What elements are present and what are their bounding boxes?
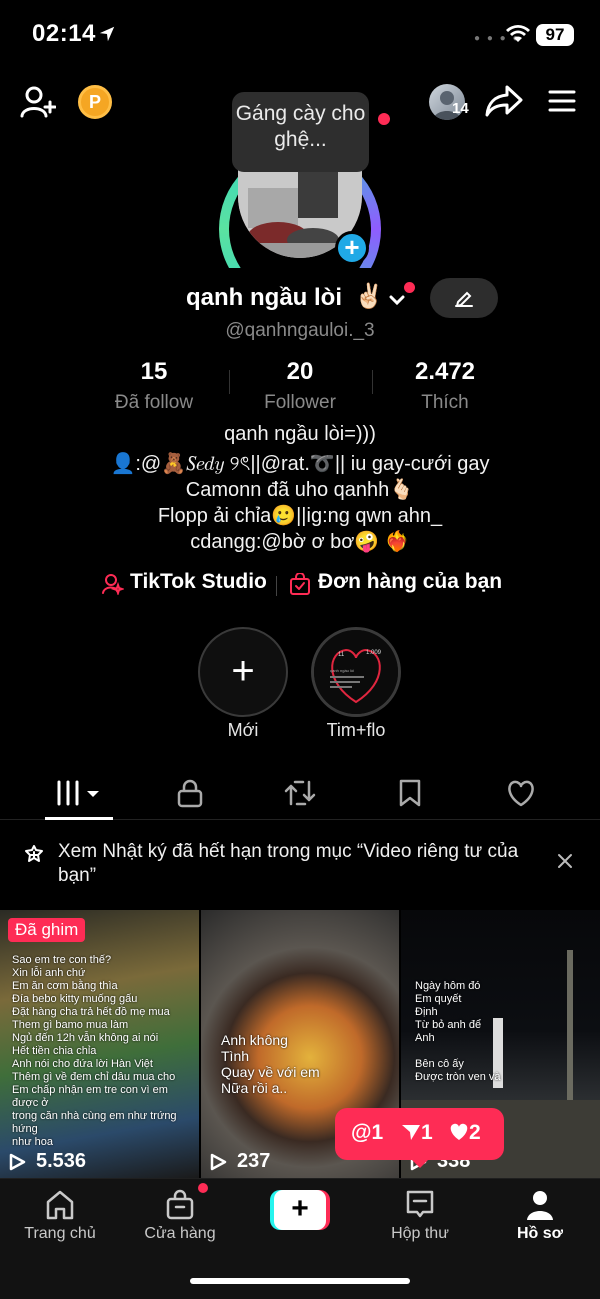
display-name[interactable]: qanh ngầu lòi [186, 284, 342, 312]
like-count: 2 [449, 1121, 481, 1145]
location-arrow-icon [99, 26, 115, 42]
view-count: 5.536 [8, 1150, 86, 1173]
mention-count: @1 [351, 1121, 384, 1144]
expired-notes-notice[interactable]: Xem Nhật ký đã hết hạn trong mục “Video … [0, 830, 600, 898]
video-caption: Ngày hôm đó Em quyết Định Từ bỏ anh để A… [415, 980, 501, 1083]
profile-tabs [0, 766, 600, 820]
mention-count-value: 1 [371, 1121, 384, 1144]
create-video-button[interactable]: + [270, 1190, 330, 1230]
highlight-tim-flo[interactable]: 11 1.009 qanh ngầu lòi [311, 627, 401, 717]
video-thumbnail[interactable]: Đã ghim Sao em tre con thế? Xin lỗi anh … [0, 910, 199, 1178]
stat-likes[interactable]: 2.472 Thích [365, 358, 525, 414]
highlight-thumb-num: 11 [338, 652, 345, 658]
nav-inbox[interactable]: Hộp thư [360, 1179, 480, 1259]
nav-shop-label: Cửa hàng [144, 1225, 216, 1242]
wifi-icon [506, 25, 530, 42]
lock-tab-icon[interactable] [173, 778, 207, 808]
stat-value: 20 [286, 358, 314, 385]
highlight-label: Tim+flo [326, 720, 386, 740]
nav-home-label: Trang chủ [24, 1225, 96, 1242]
video-grid: Đã ghim Sao em tre con thế? Xin lỗi anh … [0, 910, 600, 1178]
link-divider [276, 576, 277, 596]
view-count: 237 [209, 1150, 270, 1173]
like-count-value: 2 [469, 1121, 481, 1144]
repost-tab-icon[interactable] [283, 778, 317, 808]
share-icon[interactable] [485, 84, 523, 118]
nav-shop[interactable]: Cửa hàng [120, 1179, 240, 1259]
plus-icon: + [231, 649, 255, 693]
new-highlight-button[interactable]: + [198, 627, 288, 717]
tiktok-studio-link[interactable]: TikTok Studio [130, 570, 267, 594]
close-icon[interactable] [556, 852, 574, 870]
stat-following[interactable]: 15 Đã follow [74, 358, 234, 414]
active-tab-indicator [45, 817, 113, 820]
video-caption: Anh không Tình Quay về với em Nữa rồi a.… [221, 1032, 320, 1096]
nav-home[interactable]: Trang chủ [0, 1179, 120, 1259]
profile-links: TikTok Studio Đơn hàng của bạn [0, 570, 600, 600]
heart-icon [450, 1123, 468, 1140]
stat-label: Đã follow [114, 392, 194, 413]
orders-link[interactable]: Đơn hàng của bạn [318, 570, 502, 594]
coin-icon[interactable]: P [78, 85, 112, 119]
add-story-button[interactable]: + [335, 231, 369, 265]
videos-grid-tab-icon[interactable] [55, 778, 101, 808]
username-handle: @qanhngauloi._3 [225, 320, 375, 341]
share-count: 1 [401, 1121, 433, 1145]
nav-profile[interactable]: Hồ sơ [480, 1179, 600, 1259]
activity-bubble[interactable]: @1 1 2 [335, 1108, 504, 1160]
chevron-down-icon[interactable] [389, 294, 405, 306]
note-bubble[interactable]: Gáng cày cho ghệ... [232, 92, 369, 172]
highlight-thumb-num: 1.009 [366, 650, 382, 656]
bio-line[interactable]: cdangg:@bờ ơ bơ🤪 ❤️‍🔥 [0, 529, 600, 554]
stat-value: 2.472 [414, 358, 476, 385]
share-count-value: 1 [421, 1121, 433, 1144]
view-count-value: 5.536 [36, 1150, 87, 1172]
activity-bubble-tail [410, 1158, 430, 1168]
stat-label: Thích [421, 392, 469, 413]
notice-text: Xem Nhật ký đã hết hạn trong mục “Video … [58, 841, 519, 886]
bio-line: Flopp ải chỉa🥲||ig:ng qwn ahn_ [157, 505, 443, 527]
send-icon [402, 1125, 420, 1140]
nav-profile-label: Hồ sơ [516, 1225, 564, 1242]
play-icon [210, 1153, 227, 1171]
edit-profile-button[interactable] [430, 278, 498, 318]
shop-bag-icon [166, 1189, 194, 1220]
nav-inbox-label: Hộp thư [391, 1225, 449, 1242]
shop-notification-dot [198, 1183, 208, 1193]
highlight-label: Mới [227, 720, 259, 740]
play-icon [9, 1153, 26, 1171]
profile-icon [527, 1191, 553, 1220]
view-count-value: 237 [237, 1150, 271, 1172]
bio-line: qanh ngầu lòi=))) [224, 423, 376, 445]
battery-indicator: 97 [536, 24, 574, 46]
sparkle-plus-icon [25, 845, 43, 862]
friends-count: 14 [452, 100, 469, 117]
menu-icon[interactable] [548, 90, 576, 112]
pinned-badge: Đã ghim [8, 918, 86, 942]
highlight-thumb-caption: qanh ngầu lòi [330, 668, 354, 673]
home-icon [46, 1190, 74, 1220]
stat-label: Follower [264, 392, 336, 413]
stat-followers[interactable]: 20 Follower [220, 358, 380, 414]
name-emoji: ✌🏻 [354, 283, 384, 310]
plus-icon: + [274, 1190, 326, 1230]
home-indicator [190, 1278, 410, 1284]
add-friend-icon[interactable] [20, 84, 56, 120]
liked-tab-icon[interactable] [504, 778, 538, 808]
video-caption: Sao em tre con thế? Xin lỗi anh chứ Em ă… [12, 954, 177, 1148]
tiktok-studio-icon [102, 574, 124, 595]
account-red-dot [404, 282, 415, 293]
status-bar: 02:14 ● ● ● ● 97 [0, 0, 600, 70]
inbox-icon [406, 1190, 434, 1218]
pencil-icon [455, 291, 473, 307]
shopping-bag-icon [290, 573, 310, 595]
stat-value: 15 [140, 358, 168, 385]
name-row: qanh ngầu lòi ✌🏻 [0, 282, 600, 318]
note-red-dot-icon [378, 113, 390, 125]
bio-line: Camonn đã uho qanhh🫰🏻 [185, 479, 415, 501]
bookmark-tab-icon[interactable] [393, 778, 427, 808]
status-time: 02:14 [32, 20, 96, 47]
